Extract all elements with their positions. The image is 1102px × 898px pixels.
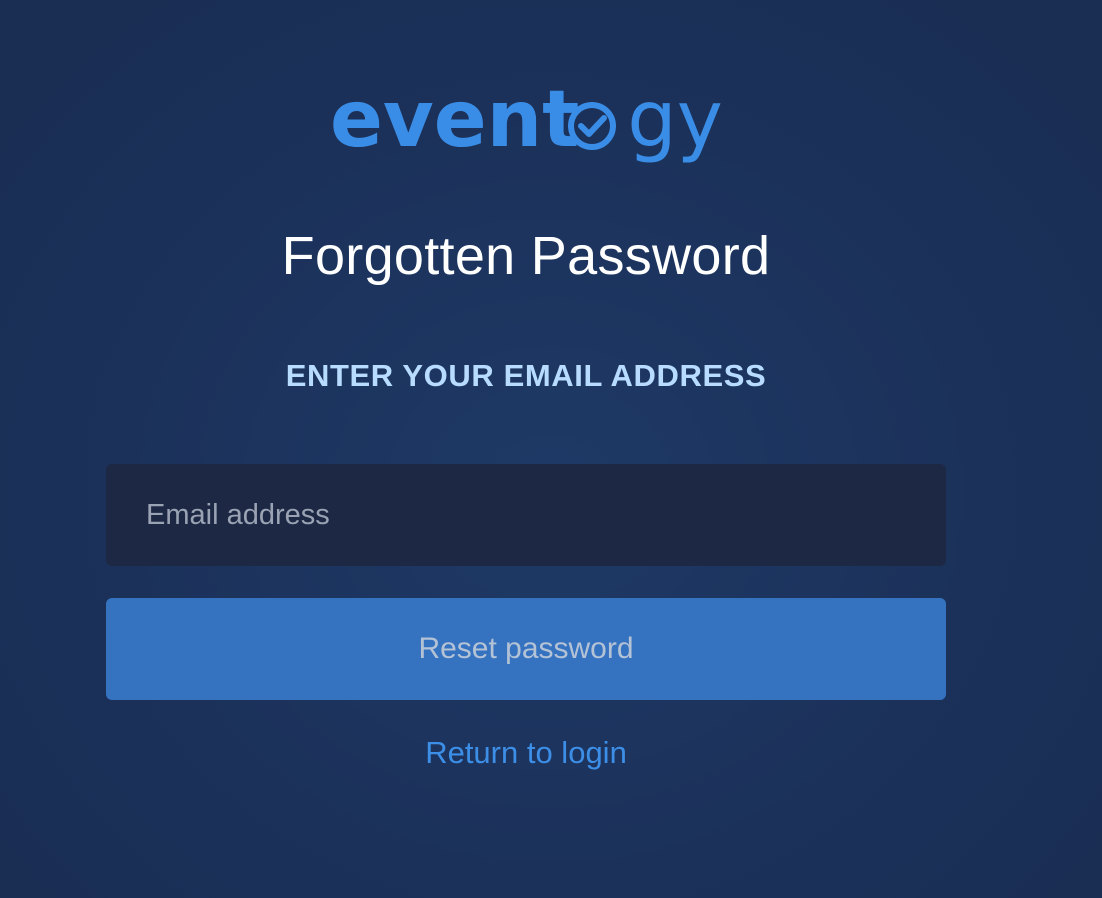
svg-text:eventogy: eventogy — [330, 80, 722, 165]
eventogy-logo: eventogy — [330, 75, 723, 170]
email-field[interactable] — [106, 464, 946, 566]
return-to-login-link[interactable]: Return to login — [0, 735, 1052, 771]
reset-password-button[interactable]: Reset password — [106, 598, 946, 700]
email-instruction-label: ENTER YOUR EMAIL ADDRESS — [285, 358, 767, 393]
page-title: Forgotten Password — [281, 226, 771, 286]
